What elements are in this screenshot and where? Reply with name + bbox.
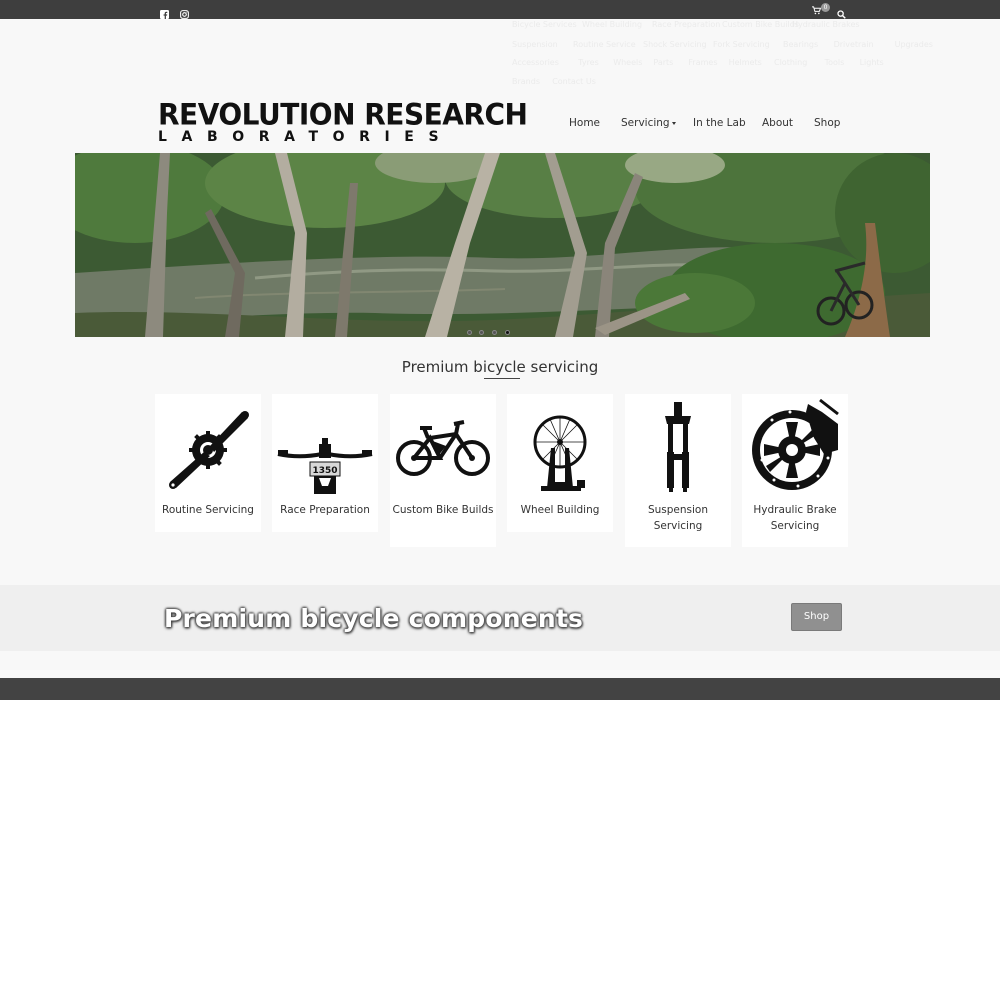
footer-bar	[0, 678, 1000, 700]
secondary-menu-link[interactable]: Fork Servicing	[713, 40, 770, 49]
site-logo[interactable]: REVOLUTION RESEARCH LABORATORIES	[158, 97, 528, 148]
nav-about[interactable]: About	[762, 114, 793, 132]
slider-dot-2[interactable]	[479, 330, 484, 335]
secondary-menu-link[interactable]: Wheels	[613, 58, 642, 67]
search-icon[interactable]	[837, 4, 848, 19]
crankset-icon	[169, 411, 249, 489]
logo-text-main: REVOLUTION RESEARCH	[158, 97, 528, 132]
slider-dot-4[interactable]	[505, 330, 510, 335]
instagram-icon[interactable]	[180, 4, 191, 19]
service-label: Hydraulic Brake Servicing	[753, 504, 837, 532]
cart-button[interactable]: 0	[812, 3, 830, 16]
service-card-wheel[interactable]: Wheel Building	[507, 394, 613, 532]
caret-down-icon	[671, 121, 676, 125]
race-plate-number: 1350	[312, 466, 337, 476]
secondary-menu-link[interactable]: Upgrades	[895, 40, 933, 49]
service-label: Race Preparation	[280, 504, 370, 516]
secondary-menu-link[interactable]: Brands	[512, 77, 540, 86]
secondary-menu-link[interactable]: Parts	[653, 58, 673, 67]
secondary-menu-link[interactable]: Frames	[688, 58, 717, 67]
nav-shop[interactable]: Shop	[814, 114, 840, 132]
service-card-suspension[interactable]: Suspension Servicing	[625, 394, 731, 547]
logo-text-sub: LABORATORIES	[158, 129, 454, 145]
cart-count-badge: 0	[821, 3, 830, 12]
secondary-menu-link[interactable]: Lights	[860, 58, 884, 67]
brake-rotor-caliper-icon	[752, 398, 839, 490]
nav-in-the-lab[interactable]: In the Lab	[693, 114, 746, 132]
handlebar-number-plate-icon: 1350	[277, 438, 373, 494]
secondary-menu-link[interactable]: Race Preparation	[652, 20, 720, 29]
section-title: Premium bicycle servicing	[401, 358, 599, 376]
secondary-menu-link[interactable]: Hydraulic Brakes	[792, 20, 860, 29]
secondary-menu-link[interactable]: Accessories	[512, 58, 559, 67]
slider-dot-3[interactable]	[492, 330, 497, 335]
secondary-menu-link[interactable]: Bicycle Services	[512, 20, 577, 29]
nav-servicing-label: Servicing	[621, 117, 670, 129]
service-card-routine[interactable]: Routine Servicing	[155, 394, 261, 532]
slider-dot-1[interactable]	[467, 330, 472, 335]
service-card-custom[interactable]: Custom Bike Builds	[390, 394, 496, 547]
title-underline	[484, 378, 520, 379]
service-label: Wheel Building	[520, 504, 600, 516]
secondary-menu-link[interactable]: Suspension	[512, 40, 558, 49]
components-title: Premium bicycle components	[164, 604, 584, 633]
service-label: Custom Bike Builds	[392, 504, 494, 516]
secondary-menu-link[interactable]: Clothing	[774, 58, 807, 67]
secondary-menu-link[interactable]: Bearings	[783, 40, 818, 49]
secondary-menu-link[interactable]: Drivetrain	[834, 40, 874, 49]
truing-stand-wheel-icon	[533, 415, 587, 491]
shop-button[interactable]: Shop	[791, 603, 842, 631]
secondary-menu-link[interactable]: Tyres	[578, 58, 599, 67]
secondary-menu-link[interactable]: Contact Us	[552, 77, 596, 86]
nav-servicing[interactable]: Servicing	[621, 114, 676, 132]
forest-creek-photo	[75, 153, 930, 337]
secondary-menu-link[interactable]: Helmets	[729, 58, 762, 67]
top-utility-bar: 0	[0, 0, 1000, 19]
service-label: Routine Servicing	[162, 504, 254, 516]
nav-home[interactable]: Home	[569, 114, 600, 132]
secondary-menu-link[interactable]: Custom Bike Builds	[722, 20, 799, 29]
secondary-menu-link[interactable]: Routine Service	[573, 40, 636, 49]
facebook-icon[interactable]	[160, 4, 171, 19]
secondary-menu-link[interactable]: Tools	[825, 58, 845, 67]
hero-slider-image[interactable]	[75, 153, 930, 337]
service-card-race[interactable]: 1350 Race Preparation	[272, 394, 378, 532]
mountain-bike-icon	[396, 420, 490, 476]
site-page: 0 Bicycle Services Wheel Building Race Pre…	[0, 0, 1000, 700]
secondary-menu-link[interactable]: Shock Servicing	[643, 40, 707, 49]
suspension-fork-icon	[665, 402, 691, 492]
secondary-menu-link[interactable]: Wheel Building	[582, 20, 642, 29]
cart-icon	[812, 6, 821, 15]
service-label: Suspension Servicing	[647, 504, 709, 532]
service-card-brake[interactable]: Hydraulic Brake Servicing	[742, 394, 848, 547]
